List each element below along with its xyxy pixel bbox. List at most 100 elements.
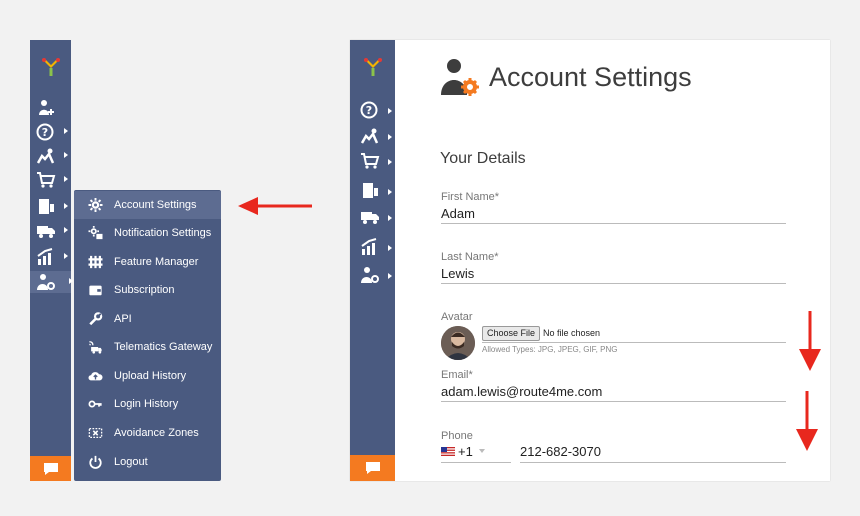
menu-item-upload-history[interactable]: Upload History <box>74 362 221 390</box>
help-icon: ? <box>360 101 378 119</box>
document-icon <box>39 199 54 214</box>
menu-item-label: Account Settings <box>114 199 197 211</box>
file-status: No file chosen <box>543 328 601 338</box>
page-title: Account Settings <box>489 62 692 92</box>
menu-item-label: Telematics Gateway <box>114 341 213 353</box>
first-name-field[interactable]: Adam <box>441 206 475 221</box>
route-people-icon <box>360 128 379 144</box>
chart-growth-icon <box>37 248 53 265</box>
sidebar-routes[interactable] <box>36 145 68 167</box>
add-user-icon <box>39 100 54 115</box>
power-icon <box>89 455 102 469</box>
chart-growth-icon <box>361 238 377 255</box>
help-icon: ? <box>36 123 54 141</box>
menu-item-api[interactable]: API <box>74 305 221 333</box>
cart-icon <box>37 172 56 188</box>
menu-item-label: Login History <box>114 398 179 410</box>
email-label: Email* <box>441 369 473 381</box>
menu-item-logout[interactable]: Logout <box>74 448 221 476</box>
red-arrow-down-icon <box>796 391 818 451</box>
last-name-label: Last Name* <box>441 251 499 263</box>
menu-item-label: API <box>114 313 132 325</box>
gear-icon <box>88 198 103 212</box>
document-icon <box>363 183 378 198</box>
section-heading: Your Details <box>440 150 526 167</box>
avatar <box>441 326 475 360</box>
logo-icon <box>41 58 60 76</box>
phone-label: Phone <box>441 430 473 442</box>
svg-text:?: ? <box>366 104 372 117</box>
sidebar-orders[interactable] <box>360 152 392 174</box>
sidebar-analytics[interactable] <box>360 238 392 260</box>
menu-item-avoidance-zones[interactable]: Avoidance Zones <box>74 419 221 447</box>
menu-item-login-history[interactable]: Login History <box>74 390 221 418</box>
menu-item-feature-manager[interactable]: Feature Manager <box>74 248 221 276</box>
first-name-underline <box>441 223 786 224</box>
truck-icon <box>361 212 379 224</box>
sidebar-add-user[interactable] <box>36 97 66 119</box>
menu-item-subscription[interactable]: Subscription <box>74 276 221 304</box>
account-settings-title-icon <box>441 59 479 96</box>
phone-field[interactable]: 212-682-3070 <box>520 444 601 459</box>
last-name-underline <box>441 283 786 284</box>
sidebar-fleet[interactable] <box>36 220 68 242</box>
sidebar-help[interactable]: ? <box>360 101 392 123</box>
sidebar-documents[interactable] <box>36 196 68 218</box>
sidebar-routes[interactable] <box>360 127 392 149</box>
settings-flyout-menu: Account Settings Notification Settings F… <box>74 190 221 481</box>
route-people-icon <box>36 148 55 164</box>
left-sidebar: ? <box>30 40 73 481</box>
notification-gear-icon <box>88 226 103 240</box>
avatar-label: Avatar <box>441 311 473 323</box>
first-name-label: First Name* <box>441 191 500 203</box>
user-settings-icon <box>37 274 55 290</box>
menu-item-label: Feature Manager <box>114 256 199 268</box>
phone-underline <box>520 462 786 463</box>
sidebar-orders[interactable] <box>36 169 68 191</box>
us-flag-icon[interactable] <box>441 447 455 456</box>
wrench-icon <box>89 312 103 326</box>
right-sidebar: ? <box>350 40 395 481</box>
sidebar-account-settings[interactable] <box>30 271 73 293</box>
chat-button[interactable] <box>30 456 71 481</box>
menu-item-notification-settings[interactable]: Notification Settings <box>74 219 221 247</box>
country-code-underline <box>441 462 511 463</box>
chat-icon <box>43 462 58 475</box>
last-name-field[interactable]: Lewis <box>441 266 474 281</box>
key-icon <box>88 400 102 408</box>
cart-icon <box>361 153 380 169</box>
menu-item-label: Logout <box>114 456 148 468</box>
chat-button[interactable] <box>350 455 395 481</box>
wallet-icon <box>89 285 102 296</box>
menu-item-label: Subscription <box>114 284 175 296</box>
sidebar-documents[interactable] <box>360 182 392 204</box>
route4me-logo[interactable] <box>350 40 395 94</box>
sidebar-analytics[interactable] <box>36 246 68 268</box>
cloud-upload-icon <box>88 372 103 381</box>
menu-item-label: Upload History <box>114 370 187 382</box>
truck-signal-icon <box>89 341 102 354</box>
truck-icon <box>37 226 55 238</box>
route4me-logo[interactable] <box>30 40 71 94</box>
account-settings-panel: ? <box>350 40 830 481</box>
sidebar-account-settings[interactable] <box>360 266 392 288</box>
user-settings-icon <box>361 267 379 283</box>
svg-text:?: ? <box>42 126 48 139</box>
country-code-select[interactable]: +1 <box>458 444 473 459</box>
avatar-underline <box>482 342 786 343</box>
sidebar-help[interactable]: ? <box>36 121 68 143</box>
menu-item-account-settings[interactable]: Account Settings <box>74 191 221 219</box>
puzzle-icon <box>88 255 103 269</box>
chevron-down-icon[interactable] <box>479 449 485 453</box>
logo-icon <box>363 58 382 76</box>
menu-item-label: Notification Settings <box>114 227 212 239</box>
avatar-photo <box>441 326 475 360</box>
choose-file-button[interactable]: Choose File <box>482 326 541 341</box>
email-underline <box>441 401 786 402</box>
menu-item-telematics-gateway[interactable]: Telematics Gateway <box>74 333 221 361</box>
red-arrow-left-icon <box>238 197 312 215</box>
email-field[interactable]: adam.lewis@route4me.com <box>441 384 602 399</box>
chat-icon <box>365 462 380 474</box>
sidebar-fleet[interactable] <box>360 208 392 230</box>
allowed-types-hint: Allowed Types: JPG, JPEG, GIF, PNG <box>482 345 618 354</box>
